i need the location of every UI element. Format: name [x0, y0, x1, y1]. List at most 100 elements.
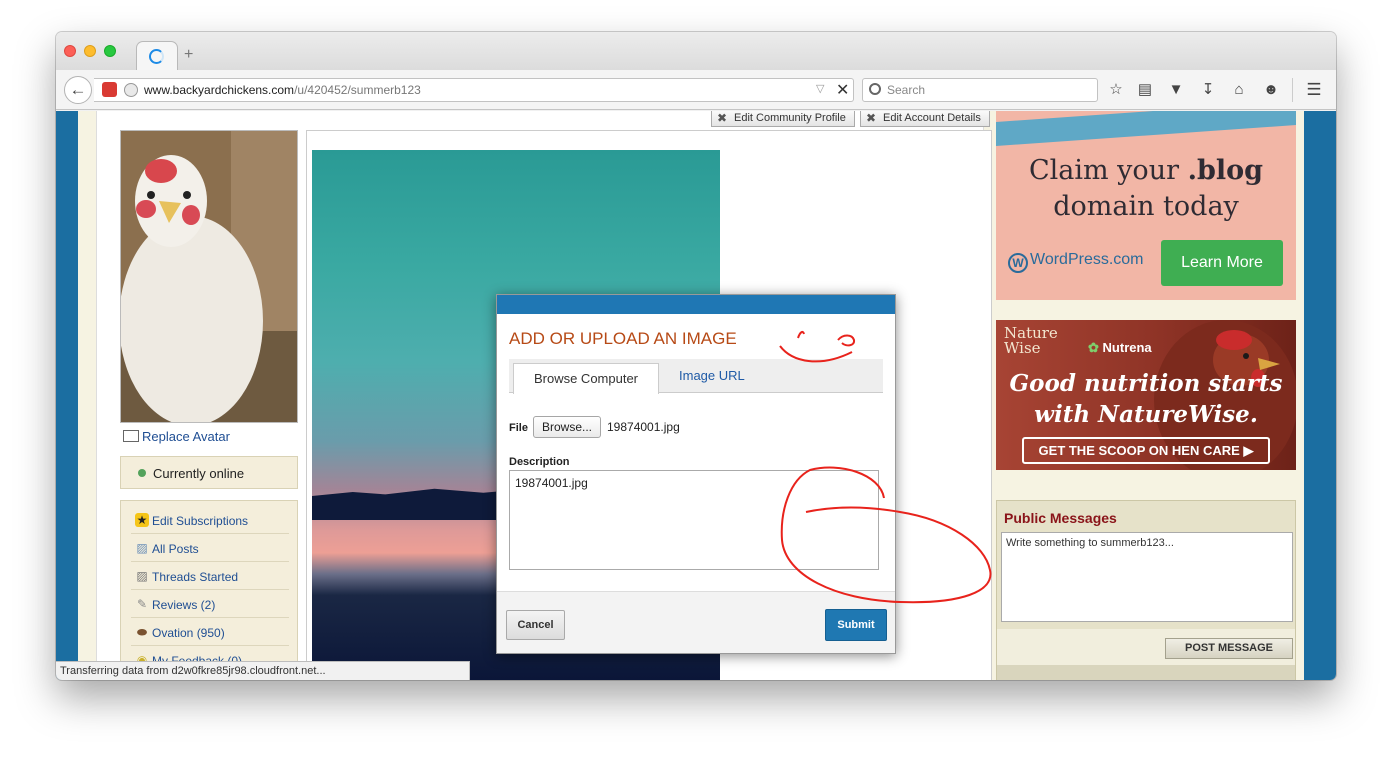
learn-more-button[interactable]: Learn More	[1161, 240, 1283, 286]
menu-item-edit-subscriptions[interactable]: ★ Edit Subscriptions	[131, 506, 289, 534]
nutrena-brand-label: Nutrena	[1102, 340, 1152, 355]
menu-item-label: Threads Started	[152, 570, 239, 584]
edit-community-profile-button[interactable]: ✖ Edit Community Profile	[711, 111, 855, 127]
pocket-icon[interactable]: ▼	[1166, 80, 1186, 100]
public-message-placeholder: Write something to summerb123...	[1006, 537, 1174, 549]
browse-button[interactable]: Browse...	[533, 416, 601, 438]
menu-item-all-posts[interactable]: ▨ All Posts	[131, 534, 289, 562]
hen-care-cta-label: GET THE SCOOP ON HEN CARE	[1038, 443, 1240, 458]
navigation-bar: ← www.backyardchickens.com/u/420452/summ…	[56, 70, 1336, 110]
avatar	[120, 130, 298, 423]
online-dot-icon	[138, 469, 146, 477]
edit-community-profile-label: Edit Community Profile	[734, 112, 846, 124]
leaf-icon: ✿	[1088, 340, 1099, 355]
wrench-icon: ✖	[866, 111, 877, 125]
search-icon	[869, 83, 881, 95]
url-dropdown-icon[interactable]: ▽	[816, 82, 824, 95]
naturewise-brand-line2: Wise	[1004, 339, 1041, 357]
ad-headline-line2: domain today	[1053, 191, 1239, 222]
menu-item-label: Reviews (2)	[152, 598, 216, 612]
minimize-window-button[interactable]	[84, 45, 96, 57]
ad-headline: Claim your .blog domain today	[996, 153, 1296, 225]
upload-image-dialog: ADD OR UPLOAD AN IMAGE Browse Computer I…	[496, 294, 896, 654]
ad-slogan: Good nutrition starts with NatureWise.	[1006, 368, 1286, 430]
public-message-input[interactable]: Write something to summerb123...	[1001, 532, 1293, 622]
public-messages-footer	[997, 665, 1295, 680]
home-icon[interactable]: ⌂	[1229, 80, 1249, 100]
play-arrow-icon: ▶	[1243, 443, 1254, 458]
search-bar[interactable]: Search	[862, 78, 1098, 102]
chat-icon[interactable]: ☻	[1261, 80, 1281, 100]
replace-avatar-icon	[123, 430, 139, 442]
submit-button[interactable]: Submit	[825, 609, 887, 641]
browser-window: + ← www.backyardchickens.com/u/420452/su…	[56, 32, 1336, 680]
ad-headline-bold: .blog	[1187, 155, 1264, 186]
menu-item-label: All Posts	[152, 542, 199, 556]
hen-care-cta-button[interactable]: GET THE SCOOP ON HEN CARE ▶	[1022, 437, 1270, 464]
dialog-footer: Cancel Submit	[497, 591, 895, 653]
title-bar: +	[56, 32, 1336, 70]
ad-decoration	[996, 111, 1296, 146]
edit-account-details-label: Edit Account Details	[883, 112, 981, 124]
toolbar-divider	[1292, 78, 1293, 102]
chat-bubbles-icon: ▨	[136, 569, 148, 583]
reading-list-icon[interactable]: ▤	[1135, 80, 1155, 100]
new-tab-icon[interactable]: +	[184, 46, 193, 64]
wordpress-icon: W	[1008, 253, 1028, 273]
web-page: ✖ Edit Community Profile ✖ Edit Account De…	[56, 111, 1336, 680]
naturewise-brand: Nature Wise	[1004, 326, 1058, 356]
menu-item-label: Ovation (950)	[152, 626, 225, 640]
egg-icon: ⬬	[136, 625, 148, 639]
wrench-icon: ✖	[717, 111, 728, 125]
public-messages-box: Public Messages Write something to summe…	[996, 500, 1296, 680]
profile-menu: ★ Edit Subscriptions ▨ All Posts ▨ Threads …	[120, 500, 298, 680]
description-label: Description	[509, 456, 570, 468]
globe-icon	[124, 83, 138, 97]
online-status-text: Currently online	[153, 466, 245, 481]
close-window-button[interactable]	[64, 45, 76, 57]
replace-avatar-link[interactable]: Replace Avatar	[123, 429, 230, 444]
description-field[interactable]: 19874001.jpg	[509, 470, 879, 570]
url-text[interactable]: www.backyardchickens.com/u/420452/summer…	[144, 83, 421, 97]
tab-browse-computer[interactable]: Browse Computer	[513, 363, 659, 394]
address-bar[interactable]: www.backyardchickens.com/u/420452/summer…	[94, 78, 854, 102]
dialog-tabs: Browse Computer Image URL	[509, 359, 883, 394]
menu-item-threads-started[interactable]: ▨ Threads Started	[131, 562, 289, 590]
stop-loading-icon[interactable]: ✕	[836, 80, 849, 100]
post-message-button[interactable]: POST MESSAGE	[1165, 638, 1293, 659]
bookmark-star-icon[interactable]: ☆	[1106, 80, 1126, 100]
downloads-icon[interactable]: ↧	[1198, 80, 1218, 100]
loading-spinner-icon	[149, 49, 164, 64]
naturewise-ad[interactable]: Nature Wise ✿ Nutrena Good nutrition star…	[996, 320, 1296, 470]
menu-item-reviews[interactable]: ✎ Reviews (2)	[131, 590, 289, 618]
hamburger-menu-icon[interactable]: ☰	[1304, 80, 1324, 100]
tab-image-url[interactable]: Image URL	[679, 368, 745, 383]
replace-avatar-label: Replace Avatar	[142, 429, 230, 444]
right-sidebar: Claim your .blog domain today W WordPress…	[996, 111, 1296, 680]
nutrena-brand: ✿ Nutrena	[1088, 340, 1152, 356]
chat-bubbles-icon: ▨	[136, 541, 148, 555]
ad-slogan-line2: with NatureWise.	[1034, 401, 1258, 428]
dialog-title: ADD OR UPLOAD AN IMAGE	[509, 329, 737, 348]
description-value: 19874001.jpg	[515, 476, 588, 490]
wordpress-logo: W WordPress.com	[1008, 251, 1144, 273]
url-path: /u/420452/summerb123	[294, 83, 421, 97]
online-status-box: Currently online	[120, 456, 298, 489]
file-label: File	[509, 422, 528, 434]
back-button[interactable]: ←	[64, 76, 92, 104]
wordpress-brand: WordPress.com	[1030, 251, 1144, 268]
zoom-window-button[interactable]	[104, 45, 116, 57]
menu-item-ovation[interactable]: ⬬ Ovation (950)	[131, 618, 289, 646]
cancel-button[interactable]: Cancel	[506, 610, 565, 640]
status-bar: Transferring data from d2w0fkre85jr98.cl…	[56, 661, 470, 680]
edit-account-details-button[interactable]: ✖ Edit Account Details	[860, 111, 990, 127]
site-identity-icon[interactable]	[102, 82, 117, 97]
search-placeholder: Search	[887, 83, 926, 97]
url-domain: www.backyardchickens.com	[144, 83, 295, 97]
menu-item-label: Edit Subscriptions	[152, 514, 249, 528]
wordpress-ad[interactable]: Claim your .blog domain today W WordPress…	[996, 111, 1296, 300]
selected-file-name: 19874001.jpg	[607, 420, 680, 434]
ad-slogan-line1: Good nutrition starts	[1009, 370, 1283, 397]
browser-tab[interactable]	[136, 41, 178, 70]
ad-headline-text: Claim your	[1028, 155, 1188, 186]
